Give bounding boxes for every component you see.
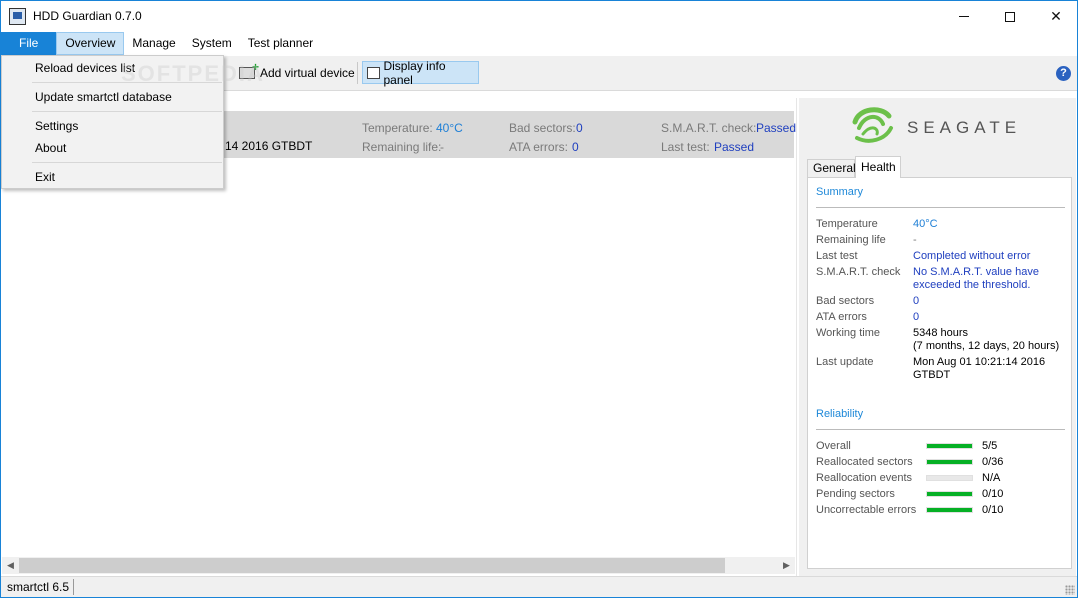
menu-system[interactable]: System [184,32,240,55]
tab-general[interactable]: General [807,159,856,177]
summary-value: No S.M.A.R.T. value have [913,266,1039,278]
reliability-value: 0/10 [982,488,1004,500]
reliability-divider [816,429,1065,430]
reliability-bar [926,475,973,481]
reliability-bar [926,507,973,513]
resize-grip-icon[interactable] [1065,585,1075,595]
app-window: HDD Guardian 0.7.0 ✕ File Overview Manag… [0,0,1078,598]
window-title: HDD Guardian 0.7.0 [33,9,142,23]
menu-bar: File Overview Manage System Test planner [1,32,1077,55]
scroll-left-icon[interactable]: ◀ [2,557,19,574]
summary-value: Mon Aug 01 10:21:14 2016 [913,356,1046,368]
ata-errors-value: 0 [572,140,579,154]
info-panel-icon [367,66,381,79]
summary-value: 5348 hours [913,327,969,339]
remaining-life-value: - [440,140,444,154]
summary-value: 0 [913,295,920,307]
reliability-bar-fill [927,492,972,496]
minimize-button[interactable] [941,1,987,32]
bad-sectors-label: Bad sectors: [509,121,576,135]
summary-label: Last update [816,356,874,368]
summary-value-cont: exceeded the threshold. [913,279,1031,291]
watermark: SOFTPEDIA [121,61,265,86]
brand-name: SEAGATE [907,118,1022,137]
app-icon [9,8,26,25]
summary-value: - [913,234,917,246]
summary-value-cont: (7 months, 12 days, 20 hours) [913,340,1060,352]
reliability-label: Overall [816,440,851,452]
menu-about[interactable]: About [35,141,66,155]
status-separator [73,579,74,595]
reliability-label: Reallocated sectors [816,456,913,468]
summary-label: Temperature [816,218,878,230]
summary-divider [816,207,1065,208]
seagate-logo: SEAGATE [849,104,1069,144]
ata-errors-label: ATA errors: [509,140,568,154]
reliability-label: Pending sectors [816,488,895,500]
display-info-panel-label: Display info panel [383,58,446,87]
reliability-value: N/A [982,472,1001,484]
reliability-bar-fill [927,460,972,464]
add-virtual-device-label: Add virtual device [260,65,355,80]
maximize-button[interactable] [987,1,1033,32]
menu-update-smartctl-db[interactable]: Update smartctl database [35,90,172,104]
status-bar: smartctl 6.5 [1,576,1077,597]
health-tab-content: Summary Temperature 40°C Remaining life … [807,177,1072,569]
summary-label: Remaining life [816,234,886,246]
device-date: 14 2016 GTBDT [225,139,313,153]
summary-value: 40°C [913,218,938,230]
summary-title: Summary [816,186,864,198]
temperature-label: Temperature: [362,121,433,135]
reliability-bar [926,491,973,497]
reliability-label: Uncorrectable errors [816,504,917,516]
toolbar-separator [357,62,358,84]
summary-value: Completed without error [913,250,1031,262]
close-icon: ✕ [1050,8,1062,24]
remaining-life-label: Remaining life: [362,140,442,154]
reliability-label: Reallocation events [816,472,913,484]
tab-health[interactable]: Health [855,156,901,178]
seagate-swirl-icon [852,107,893,143]
summary-value: 0 [913,311,920,323]
display-info-panel-button[interactable]: Display info panel [362,58,479,87]
summary-label: Working time [816,327,880,339]
menu-file[interactable]: File [1,32,57,55]
maximize-icon [1005,11,1015,22]
menu-separator [32,111,222,112]
scroll-right-icon[interactable]: ▶ [778,557,795,574]
menu-exit[interactable]: Exit [35,170,55,184]
last-test-value: Passed [714,140,755,154]
horizontal-scrollbar[interactable]: ◀ ▶ [2,557,795,574]
smart-check-label: S.M.A.R.T. check: [661,121,757,135]
close-button[interactable]: ✕ [1033,1,1078,32]
summary-label: ATA errors [816,311,867,323]
bad-sectors-value: 0 [576,121,583,135]
summary-label: Last test [816,250,858,262]
minimize-icon [959,16,969,17]
menu-separator [32,162,222,163]
menu-test-planner[interactable]: Test planner [240,32,321,55]
reliability-bar [926,443,973,449]
reliability-value: 5/5 [982,440,998,452]
info-panel: SEAGATE General Health Summary Temperatu… [799,98,1076,576]
help-icon[interactable]: ? [1056,66,1071,81]
temperature-value: 40°C [436,121,463,135]
summary-value-cont: GTBDT [913,369,951,381]
menu-overview[interactable]: Overview [56,32,125,55]
last-test-label: Last test: [661,140,710,154]
title-bar: HDD Guardian 0.7.0 ✕ [1,1,1077,32]
menu-manage[interactable]: Manage [124,32,183,55]
scrollbar-thumb[interactable] [19,558,725,573]
smart-check-value: Passed [756,121,797,135]
reliability-bar [926,459,973,465]
summary-label: Bad sectors [816,295,875,307]
reliability-value: 0/10 [982,504,1004,516]
reliability-bar-fill [927,444,972,448]
menu-settings[interactable]: Settings [35,119,78,133]
reliability-value: 0/36 [982,456,1004,468]
smartctl-version: smartctl 6.5 [7,580,70,594]
summary-label: S.M.A.R.T. check [816,266,901,278]
reliability-title: Reliability [816,408,864,420]
reliability-bar-fill [927,508,972,512]
